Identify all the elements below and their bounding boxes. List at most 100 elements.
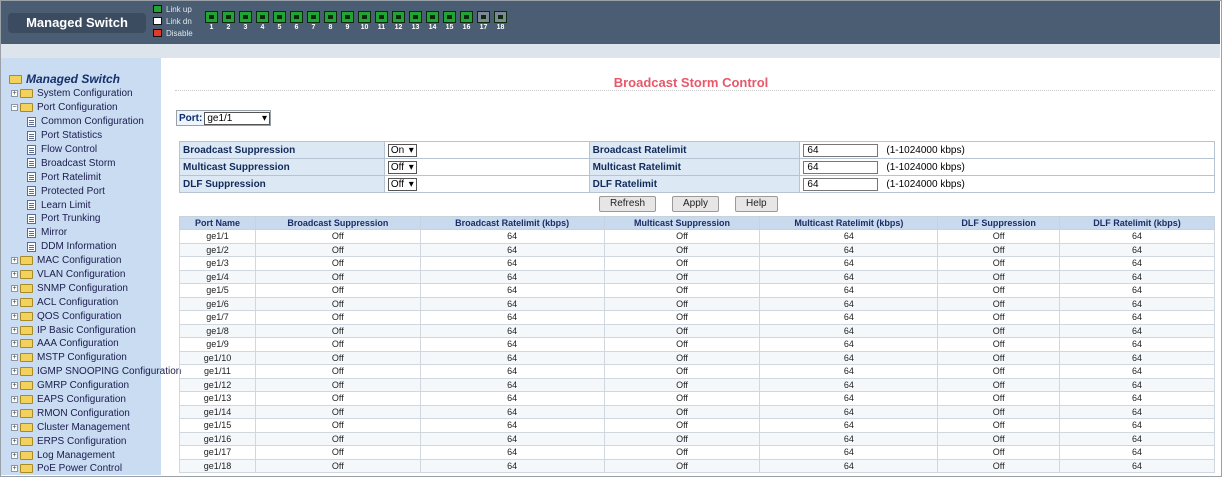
ethernet-port-icon	[477, 11, 490, 23]
table-cell: 64	[419, 310, 605, 325]
expand-icon[interactable]: +	[11, 465, 18, 473]
expand-icon[interactable]: +	[11, 382, 18, 390]
broadcast-suppression-select[interactable]: On ▾	[387, 143, 417, 157]
refresh-button[interactable]: Refresh	[599, 196, 657, 212]
port-17[interactable]: 17	[477, 11, 490, 32]
port-8[interactable]: 8	[324, 11, 337, 32]
port-number: 10	[360, 24, 369, 31]
table-cell: Off	[603, 364, 761, 379]
sidebar-item-flow-control[interactable]: Flow Control	[11, 143, 181, 157]
port-13[interactable]: 13	[409, 11, 422, 32]
sidebar-item-label: Protected Port	[41, 185, 105, 197]
expand-icon[interactable]: +	[11, 368, 18, 376]
sidebar-item-system-configuration[interactable]: + System Configuration	[11, 87, 181, 101]
sidebar-item-port-trunking[interactable]: Port Trunking	[11, 212, 181, 226]
sidebar-item-label: ERPS Configuration	[37, 435, 127, 447]
port-number: 8	[328, 24, 333, 31]
sidebar-item-acl-configuration[interactable]: + ACL Configuration	[11, 295, 181, 309]
port-3[interactable]: 3	[239, 11, 252, 32]
table-cell: ge1/8	[179, 323, 256, 338]
sidebar-item-port-ratelimit[interactable]: Port Ratelimit	[11, 170, 181, 184]
expand-icon[interactable]: +	[11, 354, 18, 362]
multicast-suppression-select[interactable]: Off ▾	[387, 160, 417, 174]
table-row: ge1/18 Off 64 Off 64 Off 64	[179, 458, 1215, 473]
expand-icon[interactable]: +	[11, 257, 18, 265]
column-header: DLF Ratelimit (kbps)	[1059, 216, 1215, 230]
sidebar-item-rmon-configuration[interactable]: + RMON Configuration	[11, 406, 181, 420]
sidebar-item-qos-configuration[interactable]: + QOS Configuration	[11, 309, 181, 323]
tree-root[interactable]: Managed Switch	[9, 72, 120, 86]
sidebar-item-poe-power-control[interactable]: + PoE Power Control	[11, 462, 181, 476]
port-14[interactable]: 14	[426, 11, 439, 32]
port-16[interactable]: 16	[460, 11, 473, 32]
port-10[interactable]: 10	[358, 11, 371, 32]
port-select[interactable]: ge1/1 ▾	[204, 111, 270, 125]
apply-button[interactable]: Apply	[672, 196, 720, 212]
port-11[interactable]: 11	[375, 11, 388, 32]
expand-icon[interactable]: +	[11, 298, 18, 306]
port-2[interactable]: 2	[222, 11, 235, 32]
table-cell: 64	[419, 404, 605, 419]
sidebar-item-ip-basic-configuration[interactable]: + IP Basic Configuration	[11, 323, 181, 337]
sidebar-item-igmp-snooping-configuration[interactable]: + IGMP SNOOPING Configuration	[11, 365, 181, 379]
multicast-ratelimit-label: Multicast Ratelimit	[588, 158, 801, 176]
sidebar-item-gmrp-configuration[interactable]: + GMRP Configuration	[11, 379, 181, 393]
expand-icon[interactable]: +	[11, 284, 18, 292]
port-status-swatch-icon	[153, 5, 162, 13]
expand-icon[interactable]: +	[11, 90, 18, 98]
expand-icon[interactable]: +	[11, 312, 18, 320]
table-cell: ge1/5	[179, 283, 256, 298]
sidebar-item-mac-configuration[interactable]: + MAC Configuration	[11, 254, 181, 268]
port-6[interactable]: 6	[290, 11, 303, 32]
sidebar-item-cluster-management[interactable]: + Cluster Management	[11, 420, 181, 434]
broadcast-ratelimit-input[interactable]: 64	[803, 143, 879, 157]
port-7[interactable]: 7	[307, 11, 320, 32]
sidebar-item-snmp-configuration[interactable]: + SNMP Configuration	[11, 281, 181, 295]
table-cell: Off	[254, 431, 421, 446]
sidebar-item-aaa-configuration[interactable]: + AAA Configuration	[11, 337, 181, 351]
sidebar-item-port-configuration[interactable]: − Port Configuration	[11, 101, 181, 115]
port-1[interactable]: 1	[205, 11, 218, 32]
table-cell: 64	[1059, 458, 1215, 473]
help-button[interactable]: Help	[735, 196, 778, 212]
sidebar-item-log-management[interactable]: + Log Management	[11, 448, 181, 462]
expand-icon[interactable]: +	[11, 451, 18, 459]
port-9[interactable]: 9	[341, 11, 354, 32]
port-5[interactable]: 5	[273, 11, 286, 32]
port-number: 2	[226, 24, 231, 31]
expand-icon[interactable]: +	[11, 423, 18, 431]
table-cell: 64	[759, 404, 939, 419]
sidebar-item-vlan-configuration[interactable]: + VLAN Configuration	[11, 268, 181, 282]
sidebar-item-common-configuration[interactable]: Common Configuration	[11, 115, 181, 129]
table-cell: Off	[937, 296, 1061, 311]
sidebar-item-learn-limit[interactable]: Learn Limit	[11, 198, 181, 212]
expand-icon[interactable]: +	[11, 396, 18, 404]
port-18[interactable]: 18	[494, 11, 507, 32]
table-cell: Off	[937, 229, 1061, 244]
expand-icon[interactable]: +	[11, 271, 18, 279]
sidebar-item-eaps-configuration[interactable]: + EAPS Configuration	[11, 393, 181, 407]
dlf-suppression-select[interactable]: Off ▾	[387, 177, 417, 191]
port-15[interactable]: 15	[443, 11, 456, 32]
port-12[interactable]: 12	[392, 11, 405, 32]
collapse-icon[interactable]: −	[11, 104, 18, 112]
table-cell: 64	[1059, 269, 1215, 284]
ethernet-port-icon	[273, 11, 286, 23]
sidebar-item-protected-port[interactable]: Protected Port	[11, 184, 181, 198]
expand-icon[interactable]: +	[11, 340, 18, 348]
port-label: Port:	[179, 112, 203, 124]
expand-icon[interactable]: +	[11, 326, 18, 334]
dlf-ratelimit-input[interactable]: 64	[803, 177, 879, 191]
column-header: Multicast Suppression	[603, 216, 761, 230]
sidebar-item-mirror[interactable]: Mirror	[11, 226, 181, 240]
port-number: 1	[209, 24, 214, 31]
sidebar-item-erps-configuration[interactable]: + ERPS Configuration	[11, 434, 181, 448]
expand-icon[interactable]: +	[11, 437, 18, 445]
expand-icon[interactable]: +	[11, 409, 18, 417]
port-4[interactable]: 4	[256, 11, 269, 32]
sidebar-item-mstp-configuration[interactable]: + MSTP Configuration	[11, 351, 181, 365]
sidebar-item-port-statistics[interactable]: Port Statistics	[11, 129, 181, 143]
sidebar-item-ddm-information[interactable]: DDM Information	[11, 240, 181, 254]
multicast-ratelimit-input[interactable]: 64	[803, 160, 879, 174]
sidebar-item-broadcast-storm[interactable]: Broadcast Storm	[11, 156, 181, 170]
